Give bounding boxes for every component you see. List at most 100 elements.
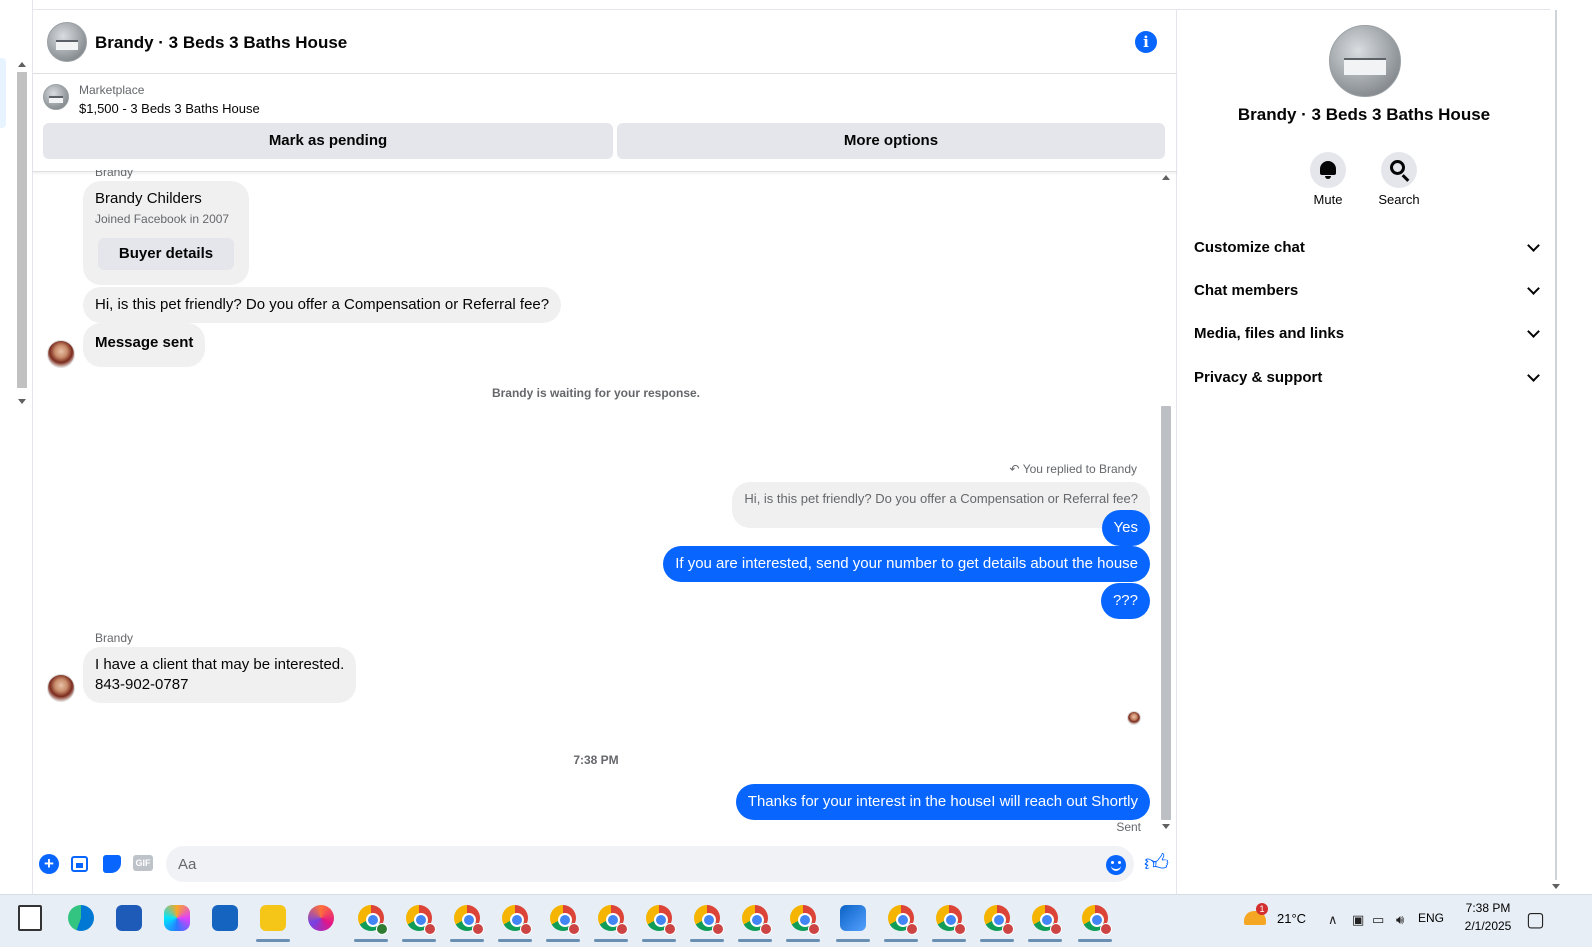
copilot-icon[interactable]: [164, 905, 190, 931]
chevron-up-icon[interactable]: ∧: [1328, 913, 1338, 928]
photos-icon[interactable]: [840, 905, 866, 931]
active-indicator: [884, 939, 918, 942]
reply-quote[interactable]: Hi, is this pet friendly? Do you offer a…: [732, 482, 1150, 528]
privacy-support-section[interactable]: Privacy & support: [1194, 358, 1540, 398]
profile-badge-icon: [616, 923, 628, 935]
chrome-icon[interactable]: [888, 905, 918, 935]
customize-chat-section[interactable]: Customize chat: [1194, 228, 1540, 268]
reply-note-text: You replied to Brandy: [1022, 462, 1137, 476]
outgoing-message[interactable]: ???: [1100, 583, 1150, 619]
outgoing-message[interactable]: Thanks for your interest in the houseI w…: [735, 784, 1150, 820]
clock-time[interactable]: 7:38 PM: [1458, 901, 1518, 915]
notifications-icon[interactable]: ▢: [1526, 907, 1545, 931]
info-icon[interactable]: i: [1135, 31, 1157, 53]
message-scrollbar[interactable]: [1159, 170, 1173, 834]
chat-title[interactable]: Brandy · 3 Beds 3 Baths House: [95, 33, 347, 53]
chrome-icon[interactable]: [936, 905, 966, 935]
profile-badge-icon: [1002, 923, 1014, 935]
thumbs-up-icon[interactable]: 👍︎: [1144, 850, 1169, 878]
search-button[interactable]: [1381, 152, 1417, 188]
incoming-message-line: I have a client that may be interested.: [95, 656, 345, 673]
temperature[interactable]: 21°C: [1277, 911, 1306, 926]
more-options-button[interactable]: More options: [617, 123, 1165, 159]
active-indicator: [1028, 939, 1062, 942]
clock-date[interactable]: 2/1/2025: [1458, 919, 1518, 933]
active-indicator: [498, 939, 532, 942]
scroll-down-arrow-icon[interactable]: [1552, 884, 1560, 889]
chrome-icon[interactable]: [502, 905, 532, 935]
firefox-icon[interactable]: [308, 905, 334, 931]
active-indicator: [738, 939, 772, 942]
sender-name: Brandy: [95, 631, 134, 645]
info-panel-title: Brandy · 3 Beds 3 Baths House: [1237, 105, 1491, 124]
gif-icon[interactable]: GIF: [133, 855, 153, 871]
buyer-joined: Joined Facebook in 2007: [95, 212, 230, 226]
network-icon[interactable]: ▭: [1372, 913, 1384, 928]
listing-avatar[interactable]: [47, 22, 87, 62]
profile-badge-icon: [712, 923, 724, 935]
listing-avatar-large[interactable]: [1329, 25, 1401, 97]
language-indicator[interactable]: ENG: [1418, 911, 1444, 925]
emoji-icon[interactable]: [1106, 855, 1126, 875]
left-scrollbar[interactable]: [15, 60, 29, 412]
message-input[interactable]: [166, 846, 1134, 882]
chrome-icon[interactable]: [984, 905, 1014, 935]
buyer-details-button[interactable]: Buyer details: [98, 238, 234, 270]
taskbar: 1 21°C ∧ ▣ ▭ 🔊︎ ENG 7:38 PM 2/1/2025 ▢: [0, 894, 1592, 947]
file-explorer-icon[interactable]: [260, 905, 286, 931]
meet-now-icon[interactable]: ▣: [1352, 913, 1364, 928]
chrome-icon[interactable]: [646, 905, 676, 935]
active-indicator: [1078, 939, 1112, 942]
chrome-icon[interactable]: [598, 905, 628, 935]
weather-alert-badge: 1: [1256, 903, 1268, 915]
chrome-icon[interactable]: [1032, 905, 1062, 935]
incoming-message[interactable]: Message sent: [83, 323, 206, 367]
chrome-icon[interactable]: [742, 905, 772, 935]
left-highlight: [0, 58, 6, 128]
active-indicator: [354, 939, 388, 942]
active-indicator: [786, 939, 820, 942]
mail-icon[interactable]: [212, 905, 238, 931]
scroll-down-arrow-icon[interactable]: [18, 399, 26, 404]
edge-icon[interactable]: [68, 905, 94, 931]
outgoing-message[interactable]: Yes: [1101, 510, 1150, 546]
right-scrollbar[interactable]: [1555, 10, 1557, 880]
listing-summary[interactable]: $1,500 - 3 Beds 3 Baths House: [79, 101, 260, 116]
mark-as-pending-button[interactable]: Mark as pending: [43, 123, 613, 159]
chrome-icon[interactable]: [694, 905, 724, 935]
active-indicator: [690, 939, 724, 942]
chrome-icon[interactable]: [406, 905, 436, 935]
incoming-message[interactable]: Hi, is this pet friendly? Do you offer a…: [83, 287, 562, 323]
task-view-icon[interactable]: [18, 905, 42, 931]
message-list: Brandy Brandy Childers Joined Facebook i…: [33, 170, 1177, 834]
volume-icon[interactable]: 🔊︎: [1396, 913, 1404, 928]
plus-icon[interactable]: +: [39, 854, 59, 874]
active-indicator: [836, 939, 870, 942]
chat-members-section[interactable]: Chat members: [1194, 271, 1540, 311]
listing-thumbnail[interactable]: [43, 84, 69, 110]
chrome-icon[interactable]: [550, 905, 580, 935]
chrome-icon[interactable]: [790, 905, 820, 935]
mute-label: Mute: [1313, 192, 1343, 207]
mute-button[interactable]: [1310, 152, 1346, 188]
sticker-icon[interactable]: [103, 855, 121, 873]
store-icon[interactable]: [116, 905, 142, 931]
chrome-icon[interactable]: [358, 905, 388, 935]
sender-name: Brandy: [95, 170, 134, 179]
incoming-message[interactable]: I have a client that may be interested. …: [83, 647, 357, 703]
brandy-avatar[interactable]: [47, 674, 75, 702]
outgoing-message[interactable]: If you are interested, send your number …: [663, 546, 1150, 582]
scroll-up-arrow-icon[interactable]: [18, 62, 26, 67]
timestamp: 7:38 PM: [573, 753, 619, 767]
active-indicator: [256, 939, 290, 942]
chrome-icon[interactable]: [454, 905, 484, 935]
photo-icon[interactable]: [71, 856, 88, 872]
scroll-thumb[interactable]: [17, 72, 27, 388]
scroll-up-arrow-icon[interactable]: [1162, 175, 1170, 180]
scroll-thumb[interactable]: [1161, 406, 1171, 820]
brandy-avatar[interactable]: [47, 340, 75, 368]
media-files-links-section[interactable]: Media, files and links: [1194, 314, 1540, 354]
scroll-down-arrow-icon[interactable]: [1162, 824, 1170, 829]
chrome-icon[interactable]: [1082, 905, 1112, 935]
bell-icon: [1320, 161, 1336, 179]
